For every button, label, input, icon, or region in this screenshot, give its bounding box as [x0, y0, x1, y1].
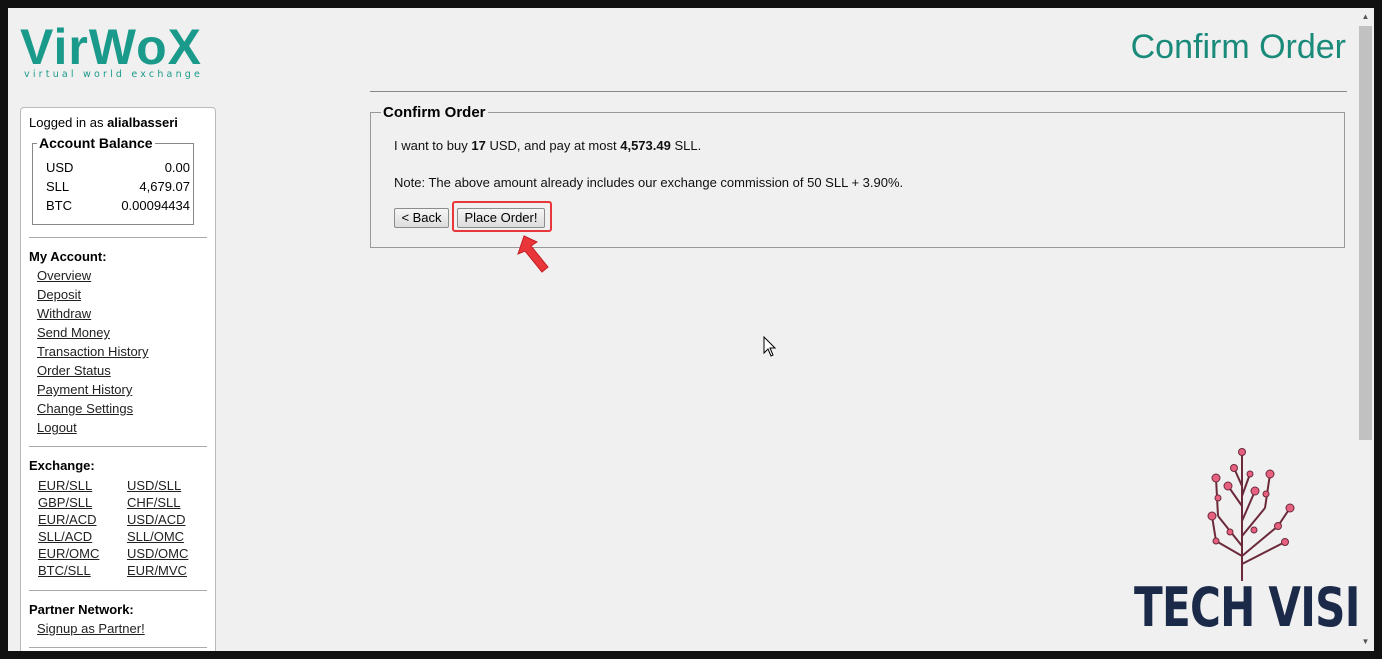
- partner-network-heading: Partner Network:: [29, 602, 134, 617]
- tech-vision-text: TECH VISION: [1134, 576, 1374, 639]
- sidebar-link-order-status[interactable]: Order Status: [37, 363, 111, 378]
- scroll-down-arrow-icon[interactable]: ▼: [1357, 635, 1374, 649]
- sidebar-link-logout[interactable]: Logout: [37, 420, 77, 435]
- tree-logo-icon: [1207, 448, 1295, 581]
- tech-vision-watermark: TECH VISION: [1130, 446, 1374, 639]
- exchange-link[interactable]: CHF/SLL: [127, 495, 180, 510]
- logged-in-prefix: Logged in as: [29, 115, 104, 130]
- scroll-thumb[interactable]: [1359, 26, 1372, 440]
- balance-currency: USD: [46, 160, 74, 175]
- exchange-link[interactable]: SLL/ACD: [38, 529, 92, 544]
- buy-quantity: 17: [471, 138, 486, 153]
- exchange-link[interactable]: USD/SLL: [127, 478, 181, 493]
- username: alialbasseri: [107, 115, 178, 130]
- logo-wordmark: VirWoX: [20, 19, 202, 75]
- logged-in-status: Logged in as alialbasseri: [29, 115, 178, 130]
- exchange-link[interactable]: EUR/SLL: [38, 478, 92, 493]
- exchange-link[interactable]: BTC/SLL: [38, 563, 91, 578]
- commission-note: Note: The above amount already includes …: [394, 175, 904, 190]
- order-summary: I want to buy 17 USD, and pay at most 4,…: [394, 138, 701, 153]
- exchange-link[interactable]: SLL/OMC: [127, 529, 184, 544]
- sidebar-divider: [29, 647, 207, 648]
- sidebar-link-deposit[interactable]: Deposit: [37, 287, 81, 302]
- balance-currency: SLL: [46, 179, 70, 194]
- sidebar-link-change-settings[interactable]: Change Settings: [37, 401, 133, 416]
- sidebar-link-payment-history[interactable]: Payment History: [37, 382, 132, 397]
- exchange-heading: Exchange:: [29, 458, 95, 473]
- virwox-logo[interactable]: VirWoX virtual world exchange: [20, 19, 230, 88]
- sidebar-divider: [29, 590, 207, 591]
- balance-row: BTC 0.00094434: [46, 198, 190, 216]
- exchange-link[interactable]: USD/ACD: [127, 512, 186, 527]
- exchange-link[interactable]: EUR/MVC: [127, 563, 187, 578]
- sidebar-link-withdraw[interactable]: Withdraw: [37, 306, 91, 321]
- balance-currency: BTC: [46, 198, 72, 213]
- exchange-link[interactable]: GBP/SLL: [38, 495, 92, 510]
- balance-row: SLL 4,679.07: [46, 179, 190, 197]
- balance-amount: 0.00094434: [121, 198, 190, 213]
- signup-partner-link[interactable]: Signup as Partner!: [37, 621, 145, 636]
- summary-text: USD, and pay at most: [489, 138, 617, 153]
- scroll-up-arrow-icon[interactable]: ▲: [1357, 10, 1374, 24]
- summary-text: SLL.: [674, 138, 702, 153]
- confirm-order-legend: Confirm Order: [381, 104, 488, 121]
- balance-amount: 4,679.07: [139, 179, 190, 194]
- logo-tagline: virtual world exchange: [24, 69, 204, 80]
- sidebar-link-send-money[interactable]: Send Money: [37, 325, 110, 340]
- sidebar-link-overview[interactable]: Overview: [37, 268, 91, 283]
- account-balance-title: Account Balance: [37, 135, 155, 151]
- sidebar: Logged in as alialbasseri Account Balanc…: [20, 107, 216, 651]
- vertical-scrollbar[interactable]: ▲ ▼: [1357, 8, 1374, 651]
- title-divider: [370, 91, 1347, 92]
- sidebar-divider: [29, 446, 207, 447]
- exchange-link[interactable]: EUR/ACD: [38, 512, 97, 527]
- my-account-heading: My Account:: [29, 249, 107, 264]
- summary-text: I want to buy: [394, 138, 468, 153]
- page-title: Confirm Order: [1130, 28, 1346, 66]
- balance-row: USD 0.00: [46, 160, 190, 178]
- balance-amount: 0.00: [164, 160, 190, 175]
- place-order-highlight: [452, 201, 552, 232]
- account-balance-box: Account Balance USD 0.00 SLL 4,679.07 BT…: [32, 135, 194, 225]
- sidebar-link-transaction-history[interactable]: Transaction History: [37, 344, 149, 359]
- back-button[interactable]: < Back: [394, 208, 449, 228]
- pointer-arrow-icon: [517, 235, 549, 273]
- browser-viewport: VirWoX virtual world exchange Confirm Or…: [8, 8, 1374, 651]
- max-pay-amount: 4,573.49: [620, 138, 671, 153]
- exchange-link[interactable]: USD/OMC: [127, 546, 188, 561]
- exchange-link[interactable]: EUR/OMC: [38, 546, 99, 561]
- sidebar-divider: [29, 237, 207, 238]
- mouse-cursor-icon: [763, 336, 777, 357]
